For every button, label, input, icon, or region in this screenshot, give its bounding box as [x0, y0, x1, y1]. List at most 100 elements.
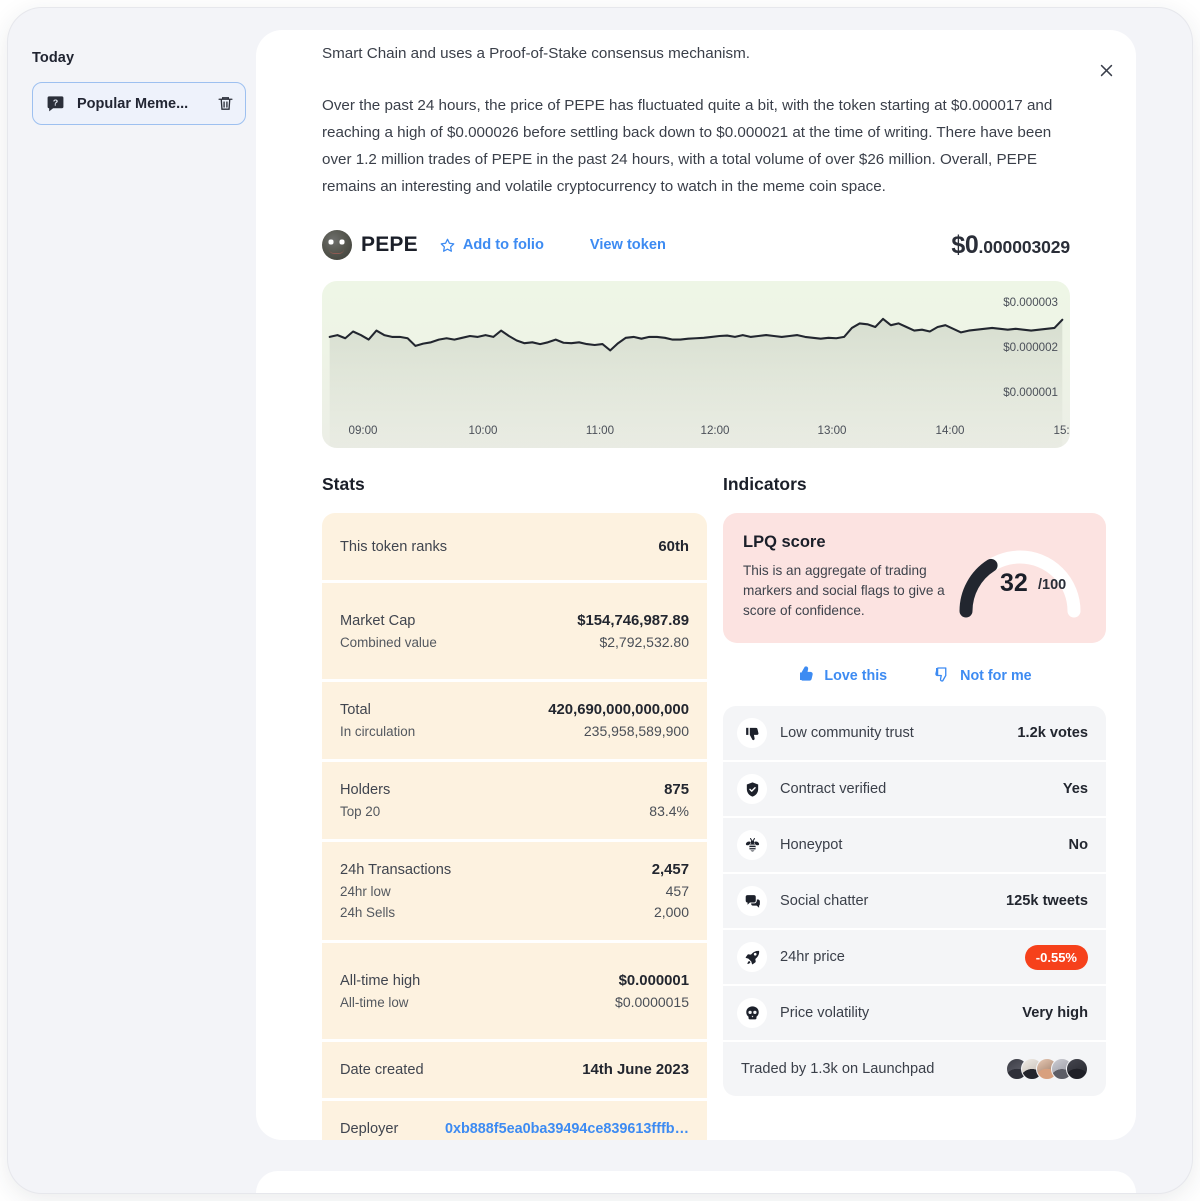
- indicator-label: Traded by 1.3k on Launchpad: [741, 1061, 935, 1077]
- stats-group-list: This token ranks 60th Market Cap $154,746,9…: [322, 513, 707, 1140]
- stats-group: Deployer 0xb888f5ea0ba39494ce839613fffb…: [322, 1101, 707, 1140]
- stats-row: This token ranks 60th: [340, 539, 689, 555]
- stats-row-label: Combined value: [340, 635, 437, 650]
- svg-text:?: ?: [53, 97, 58, 107]
- love-this-button[interactable]: Love this: [797, 665, 887, 687]
- indicators-panel: Indicators LPQ score This is an aggregat…: [723, 474, 1106, 1140]
- stats-row-value: 60th: [658, 539, 689, 555]
- detail-panels: Stats This token ranks 60th Market Cap $154…: [322, 474, 1106, 1140]
- chat-scroll-area[interactable]: Smart Chain and uses a Proof-of-Stake co…: [256, 30, 1136, 1140]
- indicator-row: Contract verified Yes: [723, 762, 1106, 816]
- price-chart[interactable]: $0.000003 $0.000002 $0.000001 09:00 10:0…: [322, 281, 1070, 448]
- not-for-me-label: Not for me: [960, 668, 1032, 684]
- stats-row-label: 24h Transactions: [340, 862, 452, 878]
- skull-icon: [737, 998, 767, 1028]
- not-for-me-button[interactable]: Not for me: [933, 665, 1032, 687]
- stats-row-value: 457: [665, 883, 689, 899]
- stats-group: 24h Transactions 2,457 24hr low 457 24h Sell…: [322, 842, 707, 940]
- stats-row-label: Date created: [340, 1062, 424, 1078]
- indicator-row: Honeypot No: [723, 818, 1106, 872]
- stats-panel: Stats This token ranks 60th Market Cap $154…: [322, 474, 707, 1140]
- sidebar-item-popular-meme[interactable]: ? Popular Meme...: [32, 82, 246, 125]
- stats-row: Market Cap $154,746,987.89: [340, 613, 689, 629]
- stats-row: All-time low $0.0000015: [340, 994, 689, 1010]
- stats-row-value: 2,000: [653, 904, 689, 920]
- chart-x-tick-3: 12:00: [700, 424, 730, 437]
- token-price-decimals: .000003029: [978, 236, 1071, 257]
- add-to-folio-button[interactable]: Add to folio: [439, 237, 544, 254]
- stats-row-value: $2,792,532.80: [599, 634, 689, 650]
- vote-buttons: Love this Not for me: [723, 665, 1106, 687]
- stats-group: Total 420,690,000,000,000 In circulation 23…: [322, 682, 707, 759]
- stats-row: In circulation 235,958,589,900: [340, 723, 689, 739]
- token-header: PEPE Add to folio View token $0.00000302…: [322, 228, 1070, 262]
- stats-row-label: All-time low: [340, 995, 409, 1010]
- token-price: $0.000003029: [951, 231, 1070, 260]
- lpq-gauge: 32 /100: [954, 541, 1086, 619]
- stats-group: This token ranks 60th: [322, 513, 707, 580]
- stats-row-value: $0.000001: [618, 973, 689, 989]
- price-chart-svg: [328, 317, 1064, 448]
- stats-row: All-time high $0.000001: [340, 973, 689, 989]
- love-this-label: Love this: [824, 668, 888, 684]
- stats-row-label: Market Cap: [340, 613, 416, 629]
- indicator-label: Contract verified: [780, 781, 887, 797]
- stats-group: Holders 875 Top 20 83.4%: [322, 762, 707, 839]
- chart-x-tick-4: 13:00: [817, 424, 847, 437]
- lpq-text-block: LPQ score This is an aggregate of tradin…: [743, 533, 954, 621]
- stats-row: Date created 14th June 2023: [340, 1062, 689, 1078]
- stats-row-label: This token ranks: [340, 539, 448, 555]
- trash-icon[interactable]: [217, 95, 234, 112]
- stats-row-label: Deployer: [340, 1121, 399, 1137]
- indicator-label: Social chatter: [780, 893, 869, 909]
- stats-row-label: In circulation: [340, 724, 416, 739]
- stats-row: Combined value $2,792,532.80: [340, 634, 689, 650]
- trader-avatar-stack: [1006, 1058, 1088, 1080]
- close-icon[interactable]: [1092, 56, 1120, 84]
- add-to-folio-label: Add to folio: [462, 237, 544, 253]
- stats-title: Stats: [322, 474, 365, 494]
- price-change-badge: -0.55%: [1024, 944, 1088, 970]
- chart-y-tick-2: $0.000002: [1003, 341, 1058, 354]
- stats-row-value: 420,690,000,000,000: [548, 702, 689, 718]
- stats-row-label: Holders: [340, 782, 391, 798]
- avatar: [1066, 1058, 1088, 1080]
- chat-panel: Smart Chain and uses a Proof-of-Stake co…: [256, 30, 1136, 1140]
- indicator-label: 24hr price: [780, 949, 845, 965]
- indicator-row-list: Low community trust 1.2k votes Contract ve…: [723, 706, 1106, 1096]
- stats-row-value: 83.4%: [649, 803, 689, 819]
- stats-row: Total 420,690,000,000,000: [340, 702, 689, 718]
- view-token-label: View token: [589, 237, 666, 253]
- lpq-score-max: /100: [1038, 577, 1067, 593]
- indicator-row: Traded by 1.3k on Launchpad: [723, 1042, 1106, 1096]
- stats-group: Market Cap $154,746,987.89 Combined value $…: [322, 583, 707, 679]
- stats-row-label: All-time high: [340, 973, 421, 989]
- star-icon: [439, 237, 456, 254]
- indicator-label: Low community trust: [780, 725, 914, 741]
- stats-row-label: Top 20: [340, 804, 381, 819]
- indicator-value: Very high: [1022, 1005, 1088, 1021]
- app-window: Today ? Popular Meme... Smart Chain and …: [8, 8, 1192, 1193]
- stats-row-value: 14th June 2023: [582, 1062, 689, 1078]
- stats-row-value: $154,746,987.89: [577, 613, 689, 629]
- stats-group: Date created 14th June 2023: [322, 1042, 707, 1098]
- view-token-link[interactable]: View token: [590, 237, 666, 253]
- shield-check-icon: [737, 774, 767, 804]
- stats-row-label: 24hr low: [340, 884, 391, 899]
- indicator-row: Low community trust 1.2k votes: [723, 706, 1106, 760]
- chart-x-tick-6: 15:00: [1053, 424, 1070, 437]
- lpq-title: LPQ score: [743, 533, 826, 551]
- stats-row: 24hr low 457: [340, 883, 689, 899]
- deployer-address-link[interactable]: 0xb888f5ea0ba39494ce839613fffb…: [445, 1121, 689, 1137]
- indicator-value: 125k tweets: [1006, 893, 1088, 909]
- token-price-integer: $0: [951, 230, 979, 259]
- indicator-row: Social chatter 125k tweets: [723, 874, 1106, 928]
- indicators-title: Indicators: [723, 474, 807, 494]
- stats-row: Deployer 0xb888f5ea0ba39494ce839613fffb…: [340, 1121, 689, 1137]
- lpq-score-card: LPQ score This is an aggregate of tradin…: [723, 513, 1106, 643]
- stats-row: Top 20 83.4%: [340, 803, 689, 819]
- indicator-value: Yes: [1062, 781, 1088, 797]
- stats-row: 24h Sells 2,000: [340, 904, 689, 920]
- sidebar-item-label: Popular Meme...: [77, 95, 189, 112]
- sidebar: Today ? Popular Meme...: [8, 8, 266, 1193]
